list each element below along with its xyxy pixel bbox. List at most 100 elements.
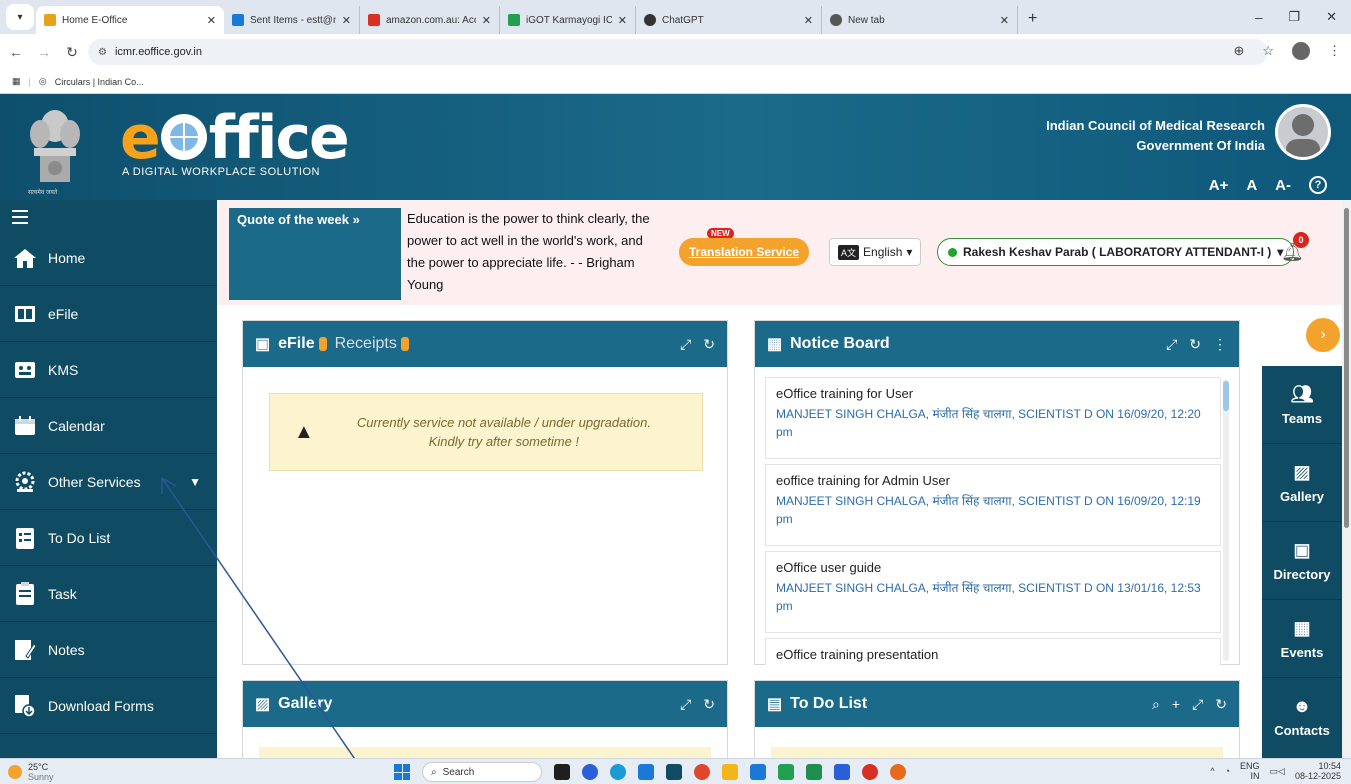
- clock[interactable]: 10:54 08-12-2025: [1295, 761, 1341, 781]
- page-scrollbar[interactable]: [1342, 200, 1351, 758]
- tab-home-eoffice[interactable]: Home E-Office ✕: [36, 6, 224, 34]
- notice-scrollbar[interactable]: [1223, 379, 1229, 661]
- network-icon[interactable]: ◔: [1225, 766, 1230, 776]
- font-decrease-button[interactable]: A-: [1275, 177, 1291, 194]
- mail-icon[interactable]: [638, 764, 654, 780]
- user-role-select[interactable]: Rakesh Keshav Parab ( LABORATORY ATTENDA…: [937, 238, 1295, 266]
- user-avatar[interactable]: [1275, 104, 1331, 160]
- expand-icon[interactable]: ⤢: [1192, 696, 1203, 713]
- rail-item-directory[interactable]: ▣ Directory: [1262, 522, 1342, 600]
- sidebar-item-calendar[interactable]: Calendar: [0, 398, 217, 454]
- volume-icon[interactable]: ▭◁: [1270, 766, 1285, 777]
- store-icon[interactable]: [666, 764, 682, 780]
- refresh-icon[interactable]: ↻: [1215, 696, 1227, 713]
- site-info-icon[interactable]: ⚙: [98, 47, 107, 58]
- file-explorer-icon[interactable]: [722, 764, 738, 780]
- expand-icon[interactable]: ⤢: [1166, 336, 1177, 353]
- minimize-icon[interactable]: –: [1255, 10, 1262, 25]
- restore-icon[interactable]: ❐: [1288, 9, 1300, 25]
- app-icon[interactable]: [778, 764, 794, 780]
- close-tab-icon[interactable]: ✕: [207, 14, 216, 27]
- windows-start-icon[interactable]: [394, 764, 410, 780]
- apps-grid-icon[interactable]: ▦: [12, 76, 21, 87]
- list-item[interactable]: eoffice training for Admin User MANJEET …: [765, 464, 1221, 546]
- tab-search-menu-button[interactable]: ▾: [6, 4, 34, 30]
- sidebar-item-efile[interactable]: eFile: [0, 286, 217, 342]
- expand-icon[interactable]: ⤢: [680, 336, 691, 353]
- help-icon[interactable]: ?: [1309, 176, 1327, 194]
- language-indicator[interactable]: ENG IN: [1240, 761, 1260, 781]
- tab-receipts[interactable]: Receipts: [335, 335, 409, 353]
- excel-icon[interactable]: [806, 764, 822, 780]
- close-tab-icon[interactable]: ✕: [618, 14, 627, 27]
- list-item[interactable]: eOffice training for User MANJEET SINGH …: [765, 377, 1221, 459]
- sidebar-item-task[interactable]: Task: [0, 566, 217, 622]
- chevron-down-icon[interactable]: ▼: [189, 475, 201, 489]
- rail-item-events[interactable]: ▦ Events: [1262, 600, 1342, 678]
- tab-chatgpt[interactable]: ChatGPT ✕: [636, 6, 822, 34]
- sidebar-item-other-services[interactable]: Other Services ▼: [0, 454, 217, 510]
- tab-efile[interactable]: eFile: [278, 335, 327, 353]
- app-icon[interactable]: [862, 764, 878, 780]
- search-icon[interactable]: ⌕: [1152, 696, 1160, 713]
- url-bar[interactable]: ⚙ icmr.eoffice.gov.in: [88, 39, 1268, 65]
- tab-sent-items[interactable]: Sent Items - estt@nirrh.res.in - ✕: [224, 6, 360, 34]
- eoffice-logo[interactable]: e ffice: [120, 108, 350, 168]
- more-options-icon[interactable]: ⋮: [1213, 336, 1227, 353]
- close-window-icon[interactable]: ✕: [1326, 9, 1337, 25]
- forward-icon[interactable]: →: [32, 44, 56, 60]
- list-item[interactable]: eOffice training presentation: [765, 638, 1221, 665]
- rail-item-gallery[interactable]: ▨ Gallery: [1262, 444, 1342, 522]
- scroll-thumb[interactable]: [1223, 381, 1229, 411]
- notice-title[interactable]: eOffice training for User: [776, 386, 1210, 401]
- rail-item-teams[interactable]: 👥︎ Teams: [1262, 366, 1342, 444]
- taskbar-search[interactable]: ⌕ Search: [422, 762, 542, 782]
- chrome-icon[interactable]: [694, 764, 710, 780]
- profile-avatar-icon[interactable]: [1292, 42, 1310, 60]
- zoom-icon[interactable]: ⊕: [1233, 43, 1244, 59]
- copilot-icon[interactable]: [582, 764, 598, 780]
- refresh-icon[interactable]: ↻: [703, 336, 715, 353]
- tab-amazon[interactable]: amazon.com.au: Account confi ✕: [360, 6, 500, 34]
- new-tab-button[interactable]: +: [1018, 10, 1047, 34]
- back-icon[interactable]: ←: [4, 44, 28, 60]
- language-select[interactable]: A文 English ▾: [829, 238, 922, 266]
- rail-item-contacts[interactable]: ☻ Contacts: [1262, 678, 1342, 756]
- close-tab-icon[interactable]: ✕: [804, 14, 813, 27]
- font-reset-button[interactable]: A: [1246, 177, 1257, 194]
- rail-expand-button[interactable]: ›: [1306, 318, 1340, 352]
- close-tab-icon[interactable]: ✕: [482, 14, 491, 27]
- bookmark-circulars[interactable]: Circulars | Indian Co...: [55, 77, 144, 87]
- add-icon[interactable]: +: [1172, 696, 1180, 713]
- font-increase-button[interactable]: A+: [1209, 177, 1229, 194]
- sidebar-item-kms[interactable]: KMS: [0, 342, 217, 398]
- ie-icon[interactable]: [750, 764, 766, 780]
- translation-service-button[interactable]: Translation Service: [679, 238, 810, 266]
- sidebar-item-todo[interactable]: To Do List: [0, 510, 217, 566]
- chevron-up-icon[interactable]: ^: [1210, 766, 1214, 776]
- bookmark-star-icon[interactable]: ☆: [1262, 43, 1274, 59]
- sidebar-item-download-forms[interactable]: Download Forms: [0, 678, 217, 734]
- weather-widget[interactable]: 25°C Sunny: [0, 762, 54, 782]
- edge-icon[interactable]: [610, 764, 626, 780]
- sidebar-item-home[interactable]: Home: [0, 230, 217, 286]
- list-item[interactable]: eOffice user guide MANJEET SINGH CHALGA,…: [765, 551, 1221, 633]
- tab-igot[interactable]: iGOT Karmayogi ICMR-NIRRCH ✕: [500, 6, 636, 34]
- word-icon[interactable]: [834, 764, 850, 780]
- hamburger-menu-icon[interactable]: [0, 200, 217, 230]
- browser-menu-icon[interactable]: ⋮: [1328, 43, 1341, 59]
- close-tab-icon[interactable]: ✕: [1000, 14, 1009, 27]
- firefox-icon[interactable]: [890, 764, 906, 780]
- task-view-icon[interactable]: [554, 764, 570, 780]
- notice-title[interactable]: eoffice training for Admin User: [776, 473, 1210, 488]
- notice-title[interactable]: eOffice training presentation: [776, 647, 1210, 662]
- tab-new-tab[interactable]: New tab ✕: [822, 6, 1018, 34]
- refresh-icon[interactable]: ↻: [1189, 336, 1201, 353]
- expand-icon[interactable]: ⤢: [680, 696, 691, 713]
- sidebar-item-notes[interactable]: Notes: [0, 622, 217, 678]
- reload-icon[interactable]: ↻: [60, 44, 84, 61]
- close-tab-icon[interactable]: ✕: [342, 14, 351, 27]
- notice-title[interactable]: eOffice user guide: [776, 560, 1210, 575]
- page-scroll-thumb[interactable]: [1344, 208, 1349, 528]
- refresh-icon[interactable]: ↻: [703, 696, 715, 713]
